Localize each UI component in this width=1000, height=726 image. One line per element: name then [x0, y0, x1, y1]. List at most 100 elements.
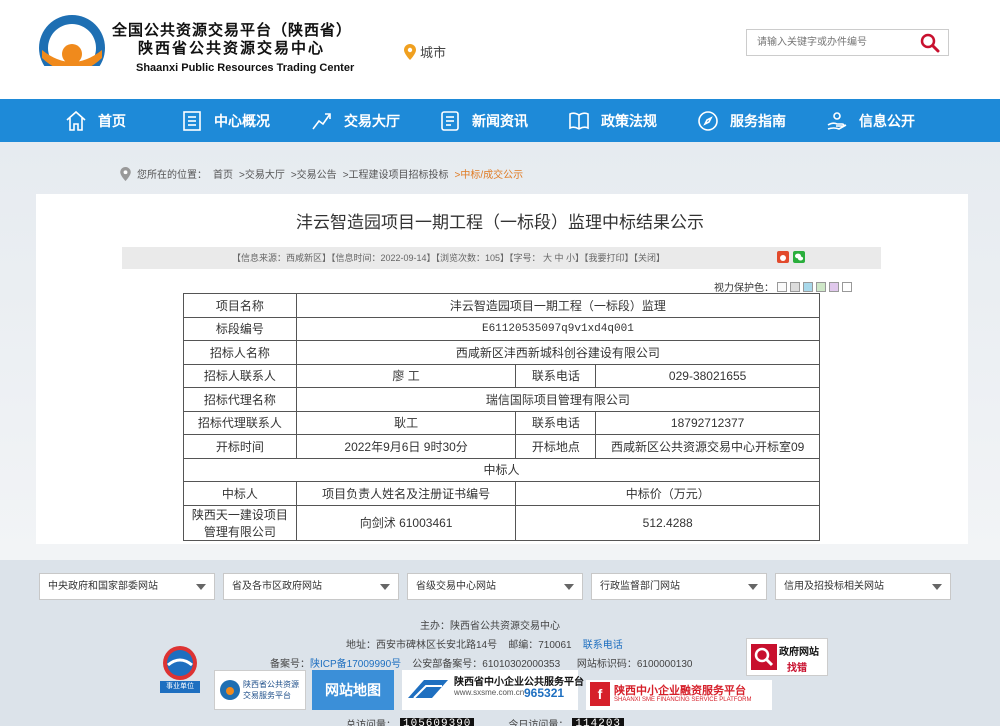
badge-sme-financing[interactable]: f 陕西中小企业融资服务平台 SHAANXI SME FINANCING SER… [586, 680, 772, 710]
badge-sme-url: www.sxsme.com.cn [454, 688, 525, 697]
table-section-header: 中标人 [183, 457, 820, 482]
table-row: 项目名称 沣云智造园项目一期工程（一标段）监理 [183, 293, 821, 318]
breadcrumb-home[interactable]: 首页 [213, 166, 233, 181]
city-label: 城市 [420, 45, 447, 60]
logo-title-line1: 全国公共资源交易平台（陕西省） [112, 22, 353, 39]
dropdown-central-gov[interactable]: 中央政府和国家部委网站 [39, 573, 215, 600]
magnifier-icon [751, 644, 777, 670]
table-cell-value: 西咸新区公共资源交易中心开标室09 [595, 434, 820, 459]
badge-sme-service[interactable]: 陕西省中小企业公共服务平台 www.sxsme.com.cn 965321 [402, 670, 584, 710]
nav-item-trading-hall[interactable]: 交易大厅 [310, 99, 400, 142]
error-report-title: 政府网站 [779, 647, 819, 658]
nav-item-news[interactable]: 新闻资讯 [438, 99, 528, 142]
table-cell-label: 联系电话 [515, 410, 597, 435]
dropdown-supervision-depts[interactable]: 行政监督部门网站 [591, 573, 767, 600]
badge-financing-title: 陕西中小企业融资服务平台 [614, 685, 746, 697]
table-column-header: 项目负责人姓名及注册证书编号 [295, 481, 517, 506]
dropdown-label: 行政监督部门网站 [600, 581, 680, 592]
location-pin-icon [120, 166, 131, 181]
table-cell-value: 18792712377 [595, 410, 820, 435]
nav-item-overview[interactable]: 中心概况 [180, 99, 270, 142]
eye-protection-label: 视力保护色： [714, 283, 774, 294]
footer-police-record: 公安部备案号：61010302000353 [412, 659, 561, 670]
table-row: 陕西天一建设项目管理有限公司 向剑沭 61003461 512.4288 [183, 504, 820, 541]
table-cell-label: 项目名称 [183, 293, 297, 318]
color-swatch-blue[interactable] [803, 281, 813, 292]
share-weibo-icon[interactable] [777, 251, 789, 263]
color-swatch-green[interactable] [816, 281, 826, 292]
nav-item-policy[interactable]: 政策法规 [567, 99, 657, 142]
gov-site-error-report[interactable]: 政府网站 找错 [746, 638, 828, 676]
breadcrumb-engineering[interactable]: >工程建设项目招标投标 [343, 166, 449, 181]
table-cell-value: 029-38021655 [595, 363, 820, 388]
badge-sitemap-label: 网站地图 [325, 682, 381, 698]
dropdown-credit-bidding[interactable]: 信用及招投标相关网站 [775, 573, 951, 600]
badge-trading-platform[interactable]: 陕西省公共资源交易服务平台 [214, 670, 306, 710]
dropdown-trading-centers[interactable]: 省级交易中心网站 [407, 573, 583, 600]
city-selector[interactable]: 城市 [404, 42, 446, 61]
breadcrumb-current[interactable]: >中标/成交公示 [455, 166, 524, 181]
footer-registration-line: 备案号：陕ICP备17009990号 公安部备案号：61010302000353… [270, 655, 692, 670]
footer-postcode: 邮编：710061 [508, 640, 572, 651]
color-swatch-default[interactable] [842, 281, 852, 292]
table-column-header: 中标人 [183, 481, 297, 506]
main-nav: 首页 中心概况 交易大厅 新闻资讯 政策法规 服务指南 信息公开 [0, 99, 1000, 142]
search-input[interactable] [747, 30, 917, 55]
location-pin-icon [404, 43, 416, 60]
article-info-text: 【信息来源：西咸新区】【信息时间：2022-09-14】【浏览次数：105】【字… [232, 253, 666, 263]
color-swatch-gray[interactable] [790, 281, 800, 292]
dropdown-provincial-gov[interactable]: 省及各市区政府网站 [223, 573, 399, 600]
breadcrumb-announcements[interactable]: >交易公告 [291, 166, 337, 181]
logo-title-line2: 陕西省公共资源交易中心 [138, 40, 326, 57]
chevron-down-icon [196, 584, 206, 590]
dropdown-label: 信用及招投标相关网站 [784, 581, 884, 592]
chevron-down-icon [564, 584, 574, 590]
footer-icp-link[interactable]: 陕ICP备17009990号 [310, 659, 401, 670]
page-title: 沣云智造园项目一期工程（一标段）监理中标结果公示 [296, 213, 704, 232]
news-icon [441, 110, 459, 131]
dropdown-label: 中央政府和国家部委网站 [48, 581, 158, 592]
table-cell-value: 瑞信国际项目管理有限公司 [295, 387, 821, 412]
table-cell-value: 西咸新区沣西新城科创谷建设有限公司 [295, 340, 821, 365]
table-row: 中标人 [183, 457, 820, 482]
nav-label: 首页 [98, 112, 126, 129]
compass-icon [698, 110, 718, 131]
site-header: 全国公共资源交易平台（陕西省） 陕西省公共资源交易中心 Shaanxi Publ… [0, 0, 1000, 99]
color-swatch-white[interactable] [777, 281, 787, 292]
public-institution-label: 事业单位 [160, 681, 200, 693]
chevron-down-icon [932, 584, 942, 590]
today-visits-label: 今日访问量： [508, 720, 569, 726]
hand-icon [827, 111, 847, 130]
book-icon [569, 111, 589, 130]
nav-item-info-disclosure[interactable]: 信息公开 [825, 99, 915, 142]
badge-sitemap[interactable]: 网站地图 [312, 670, 394, 710]
home-icon [66, 110, 86, 131]
breadcrumb-prefix: 您所在的位置： [137, 170, 207, 181]
share-wechat-icon[interactable] [793, 251, 805, 263]
table-row: 招标代理联系人 耿工 联系电话 18792712377 [183, 410, 820, 435]
nav-label: 交易大厅 [344, 112, 400, 129]
nav-item-service-guide[interactable]: 服务指南 [696, 99, 786, 142]
breadcrumb-trading-hall[interactable]: >交易大厅 [239, 166, 285, 181]
site-footer: 中央政府和国家部委网站 省及各市区政府网站 省级交易中心网站 行政监督部门网站 … [0, 560, 1000, 726]
visit-counter: 总访问量： 105609390 今日访问量： 114203 [346, 716, 625, 726]
table-row: 招标人名称 西咸新区沣西新城科创谷建设有限公司 [183, 340, 821, 365]
table-row: 中标人 项目负责人姓名及注册证书编号 中标价（万元） [183, 481, 820, 506]
color-swatch-purple[interactable] [829, 281, 839, 292]
table-cell-label: 联系电话 [515, 363, 597, 388]
site-logo[interactable] [38, 14, 106, 82]
footer-address-line: 地址：西安市碑林区长安北路14号 邮编：710061 联系电话 [346, 636, 623, 651]
nav-label: 服务指南 [730, 112, 786, 129]
footer-contact-link[interactable]: 联系电话 [583, 640, 623, 651]
nav-label: 新闻资讯 [472, 112, 528, 129]
chevron-down-icon [380, 584, 390, 590]
search-icon[interactable] [920, 33, 940, 53]
footer-site-code: 网站标识码：6100000130 [576, 659, 693, 670]
table-cell-value: 向剑沭 61003461 [295, 504, 517, 541]
nav-item-home[interactable]: 首页 [64, 99, 126, 142]
public-institution-badge[interactable]: 事业单位 [160, 645, 200, 693]
chart-icon [312, 112, 331, 129]
breadcrumb: 您所在的位置： 首页 >交易大厅 >交易公告 >工程建设项目招标投标 >中标/成… [120, 166, 523, 181]
table-cell-label: 开标时间 [183, 434, 297, 459]
table-cell-label: 开标地点 [515, 434, 597, 459]
